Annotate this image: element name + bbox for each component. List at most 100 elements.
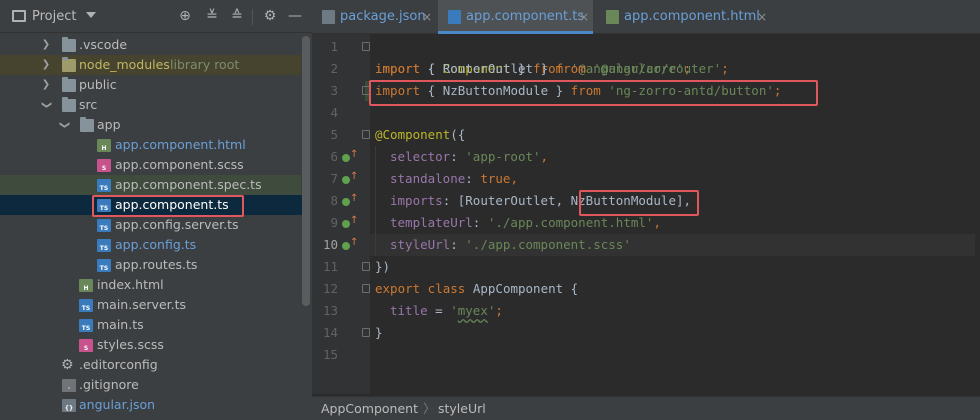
ts-file-icon: TS [97,199,111,212]
tree-item-label: app.component.scss [115,157,244,172]
tree-item-vscode[interactable]: ❯ .vscode [0,35,301,55]
implements-marker-icon[interactable]: ↑ [342,172,358,187]
tree-item-label: app.component.html [115,137,246,152]
tree-item-label: styles.scss [97,337,164,352]
collapse-all-icon[interactable]: ≙ [227,6,247,26]
fold-marker-icon[interactable] [362,284,370,293]
locate-icon[interactable]: ⊕ [175,6,195,26]
breadcrumb-item-appcomponent[interactable]: AppComponent [321,397,418,420]
tab-label: package.json [340,9,426,24]
tree-item-app-component-html[interactable]: H app.component.html [0,135,301,155]
implements-marker-icon[interactable]: ↑ [342,216,358,231]
tree-item-styles-scss[interactable]: S styles.scss [0,335,301,355]
html-file-icon [606,10,619,24]
expand-all-icon[interactable]: ≚ [202,6,222,26]
line-number: 13 [322,303,338,318]
implements-marker-icon[interactable]: ↑ [342,150,358,165]
tree-item-label: main.ts [97,317,144,332]
line-number: 2 [330,61,338,76]
line-number: 7 [330,171,338,186]
ts-file-icon: TS [97,259,111,272]
line-number: 1 [330,39,338,54]
tab-app-component-ts[interactable]: app.component.ts × [438,0,593,34]
editor-scrollbar[interactable] [970,34,980,394]
tree-item-angular-json[interactable]: {} angular.json [0,395,301,415]
code-line-10: styleUrl: './app.component.scss' [370,234,975,256]
tree-item-app-component-spec-ts[interactable]: TS app.component.spec.ts [0,175,301,195]
fold-marker-icon[interactable] [362,262,370,271]
hide-icon[interactable]: — [285,6,305,26]
editor-tab-bar: package.json × app.component.ts × app.co… [312,0,980,34]
breadcrumb: AppComponent 〉 styleUrl [312,396,980,420]
tree-item-app-config-ts[interactable]: TS app.config.ts [0,235,301,255]
tab-app-component-html[interactable]: app.component.html × [596,0,771,34]
tree-item-public[interactable]: ❯ public [0,75,301,95]
line-number-current: 10 [322,237,338,252]
folder-icon [62,77,76,92]
tree-item-src[interactable]: ❯ src [0,95,301,115]
line-number: 3 [330,83,338,98]
tree-item-main-server-ts[interactable]: TS main.server.ts [0,295,301,315]
tree-item-editorconfig[interactable]: ⚙ .editorconfig [0,355,301,375]
ignore-file-icon: · [62,379,76,392]
implements-marker-icon[interactable]: ↑ [342,238,358,253]
code-line-5: @Component({ [375,127,466,142]
tree-item-label: app.component.spec.ts [115,177,262,192]
tree-item-app-config-server-ts[interactable]: TS app.config.server.ts [0,215,301,235]
tree-item-index-html[interactable]: H index.html [0,275,301,295]
tree-item-label: .editorconfig [79,357,158,372]
tree-item-app-component-scss[interactable]: S app.component.scss [0,155,301,175]
tree-item-label: app.config.ts [115,237,197,252]
project-title[interactable]: Project [32,9,76,24]
gear-icon[interactable]: ⚙ [260,6,280,26]
chevron-down-icon[interactable] [86,12,96,18]
code-line-3: import { NzButtonModule } from 'ng-zorro… [375,83,782,98]
tree-item-node-modules[interactable]: ❯ node_modules library root [0,55,301,75]
project-scrollbar[interactable] [302,36,310,306]
tree-item-gitignore[interactable]: · .gitignore [0,375,301,395]
close-icon[interactable]: × [422,0,432,34]
implements-marker-icon[interactable]: ↑ [342,194,358,209]
ts-file-icon: TS [97,239,111,252]
project-view-icon [12,10,26,22]
tab-package-json[interactable]: package.json × [312,0,436,34]
tree-item-app-routes-ts[interactable]: TS app.routes.ts [0,255,301,275]
tree-item-main-ts[interactable]: TS main.ts [0,315,301,335]
code-line-2: import { RouterOutlet } from '@angular/r… [375,61,729,76]
fold-marker-icon[interactable] [362,42,370,51]
chevron-down-icon[interactable]: ❯ [54,119,74,131]
code-line-9: templateUrl: './app.component.html', [390,215,661,230]
chevron-right-icon[interactable]: ❯ [40,35,52,55]
fold-marker-icon[interactable] [362,328,370,337]
project-panel-header: Project ⊕ ≚ ≙ ⚙ — [0,0,312,33]
tree-item-label: index.html [97,277,164,292]
indent-guide [375,146,376,256]
code-line-1: import { Component } from '@angular/core… [375,61,692,76]
code-line-13: title = 'myex'; [390,303,503,318]
code-line-7: standalone: true, [390,171,518,186]
chevron-right-icon[interactable]: ❯ [40,75,52,95]
line-number: 5 [330,127,338,142]
line-number: 8 [330,193,338,208]
line-number: 6 [330,149,338,164]
ts-file-icon: TS [97,219,111,232]
fold-marker-icon[interactable] [362,130,370,139]
tree-item-app[interactable]: ❯ app [0,115,301,135]
tree-item-app-component-ts[interactable]: TS app.component.ts [0,195,310,215]
tree-item-label: src [79,97,98,112]
code-area[interactable]: import { Component } from '@angular/core… [369,34,980,394]
breadcrumb-item-styleurl[interactable]: styleUrl [438,397,486,420]
line-number: 12 [322,281,338,296]
editor-panel: package.json × app.component.ts × app.co… [312,0,980,420]
code-line-11: }) [375,259,391,274]
fold-marker-icon[interactable] [362,86,370,95]
close-icon[interactable]: × [579,0,589,34]
close-icon[interactable]: × [757,0,767,34]
scss-file-icon: S [97,159,111,172]
chevron-right-icon[interactable]: ❯ [40,55,52,75]
chevron-down-icon[interactable]: ❯ [36,99,56,111]
folder-icon [80,117,94,132]
library-root-hint: library root [170,57,240,72]
tree-item-label: .vscode [79,37,128,52]
line-number: 15 [322,347,338,362]
